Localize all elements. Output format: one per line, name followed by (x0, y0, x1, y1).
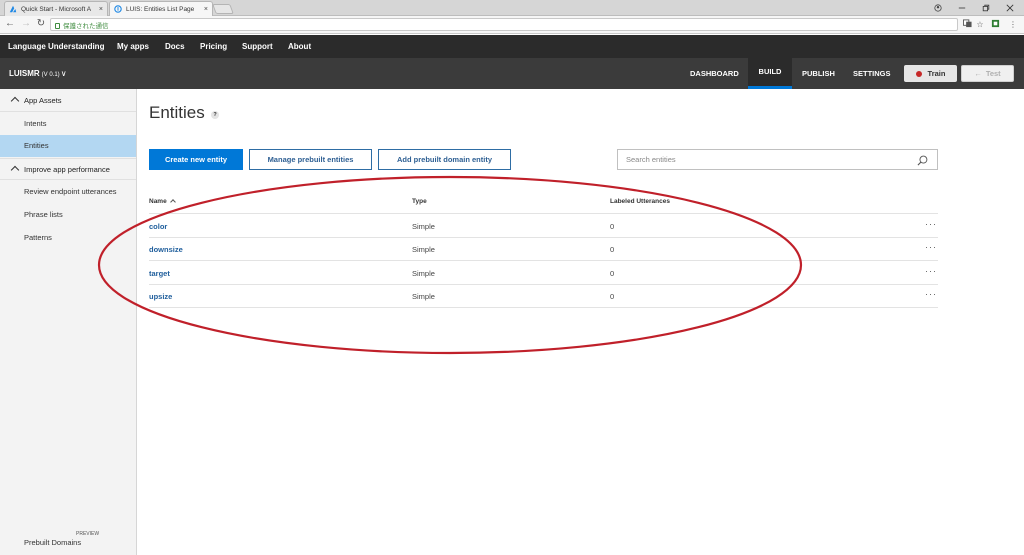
browser-tab-quick-start[interactable]: Quick Start - Microsoft A × (4, 1, 108, 16)
close-icon[interactable]: × (204, 6, 208, 13)
more-icon[interactable]: ··· (925, 266, 937, 276)
sidebar-item-phrase-lists[interactable]: Phrase lists (0, 204, 136, 226)
address-bar[interactable]: 保護された通信 (50, 18, 958, 31)
test-button[interactable]: ← Test (961, 65, 1014, 82)
nav-pricing[interactable]: Pricing (200, 35, 227, 58)
column-header-type: Type (412, 198, 427, 205)
help-icon[interactable]: ? (211, 111, 219, 119)
entity-labeled-count: 0 (610, 292, 615, 301)
nav-docs[interactable]: Docs (165, 35, 185, 58)
entity-type: Simple (412, 245, 435, 254)
luis-icon (114, 5, 122, 13)
app-name: LUISMR (9, 69, 40, 78)
more-icon[interactable]: ··· (925, 219, 937, 229)
sidebar-item-entities[interactable]: Entities (0, 135, 136, 157)
sidebar: App Assets Intents Entities Improve app … (0, 89, 137, 555)
app-selector[interactable]: LUISMR (V 0.1)∨ (9, 58, 67, 91)
sidebar-group-label: App Assets (24, 96, 62, 105)
sidebar-group-improve[interactable]: Improve app performance (0, 158, 136, 180)
arrow-left-icon: ← (974, 69, 982, 78)
divider (149, 213, 938, 214)
entity-type: Simple (412, 292, 435, 301)
reload-icon[interactable]: ↻ (35, 18, 47, 31)
sidebar-item-prebuilt-domains[interactable]: Prebuilt Domains (24, 538, 81, 547)
app-version: (V 0.1) (41, 72, 60, 78)
window-close-icon[interactable] (998, 0, 1022, 16)
divider (149, 260, 938, 261)
train-label: Train (927, 69, 946, 78)
browser-tab-luis[interactable]: LUIS: Entities List Page × (109, 1, 213, 16)
sidebar-item-patterns[interactable]: Patterns (0, 227, 136, 249)
sidebar-group-app-assets[interactable]: App Assets (0, 90, 136, 112)
search-input[interactable] (626, 155, 906, 164)
nav-about[interactable]: About (288, 35, 311, 58)
manage-prebuilt-button[interactable]: Manage prebuilt entities (249, 149, 372, 170)
restore-icon[interactable] (974, 0, 998, 16)
entity-link[interactable]: downsize (149, 245, 183, 254)
column-header-labeled: Labeled Utterances (610, 198, 670, 205)
entity-type: Simple (412, 222, 435, 231)
tab-build[interactable]: BUILD (748, 58, 792, 89)
divider (149, 284, 938, 285)
search-icon[interactable] (917, 155, 928, 166)
sort-ascending-icon (169, 199, 176, 205)
train-button[interactable]: Train (904, 65, 957, 82)
top-navigation: Language Understanding My apps Docs Pric… (0, 35, 1024, 58)
entity-type: Simple (412, 269, 435, 278)
entity-labeled-count: 0 (610, 269, 615, 278)
entity-link[interactable]: target (149, 269, 170, 278)
menu-icon[interactable]: ⋮ (1008, 19, 1018, 30)
search-box (617, 149, 938, 170)
record-dot-icon (915, 70, 922, 77)
azure-icon (9, 5, 17, 13)
entity-link[interactable]: upsize (149, 292, 172, 301)
add-domain-entity-button[interactable]: Add prebuilt domain entity (378, 149, 511, 170)
browser-toolbar: ← → ↻ 保護された通信 ☆ ⋮ (0, 16, 1024, 34)
new-tab-button[interactable] (212, 4, 234, 14)
nav-my-apps[interactable]: My apps (117, 35, 149, 58)
column-header-name[interactable]: Name (149, 198, 176, 205)
minimize-icon[interactable] (950, 0, 974, 16)
nav-support[interactable]: Support (242, 35, 273, 58)
tab-dashboard[interactable]: DASHBOARD (690, 58, 739, 89)
chevron-up-icon (10, 165, 20, 175)
close-icon[interactable]: × (99, 6, 103, 13)
profile-icon[interactable] (926, 0, 950, 16)
chevron-down-icon: ∨ (60, 69, 67, 78)
forward-icon[interactable]: → (20, 18, 32, 31)
sidebar-item-intents[interactable]: Intents (0, 113, 136, 135)
entity-labeled-count: 0 (610, 245, 615, 254)
divider (149, 237, 938, 238)
lock-icon (55, 22, 60, 29)
create-entity-button[interactable]: Create new entity (149, 149, 243, 170)
more-icon[interactable]: ··· (925, 289, 937, 299)
tab-settings[interactable]: SETTINGS (853, 58, 891, 89)
security-status: 保護された通信 (63, 22, 109, 30)
bookmark-star-icon[interactable]: ☆ (975, 19, 985, 30)
browser-tab-strip: Quick Start - Microsoft A × LUIS: Entiti… (0, 0, 1024, 16)
nav-language-understanding[interactable]: Language Understanding (8, 35, 104, 58)
chevron-up-icon (10, 96, 20, 106)
more-icon[interactable]: ··· (925, 242, 937, 252)
tab-publish[interactable]: PUBLISH (802, 58, 835, 89)
translate-icon[interactable] (962, 19, 972, 30)
sidebar-group-label: Improve app performance (24, 165, 110, 174)
test-label: Test (985, 69, 1001, 78)
entity-link[interactable]: color (149, 222, 167, 231)
divider (149, 307, 938, 308)
entity-labeled-count: 0 (610, 222, 615, 231)
extension-icon[interactable] (990, 19, 1000, 30)
preview-badge: PREVIEW (76, 531, 100, 537)
sidebar-item-review-endpoint[interactable]: Review endpoint utterances (0, 181, 136, 203)
app-header: LUISMR (V 0.1)∨ DASHBOARD BUILD PUBLISH S… (0, 58, 1024, 89)
page-title: Entities (149, 103, 205, 122)
back-icon[interactable]: ← (4, 18, 16, 31)
